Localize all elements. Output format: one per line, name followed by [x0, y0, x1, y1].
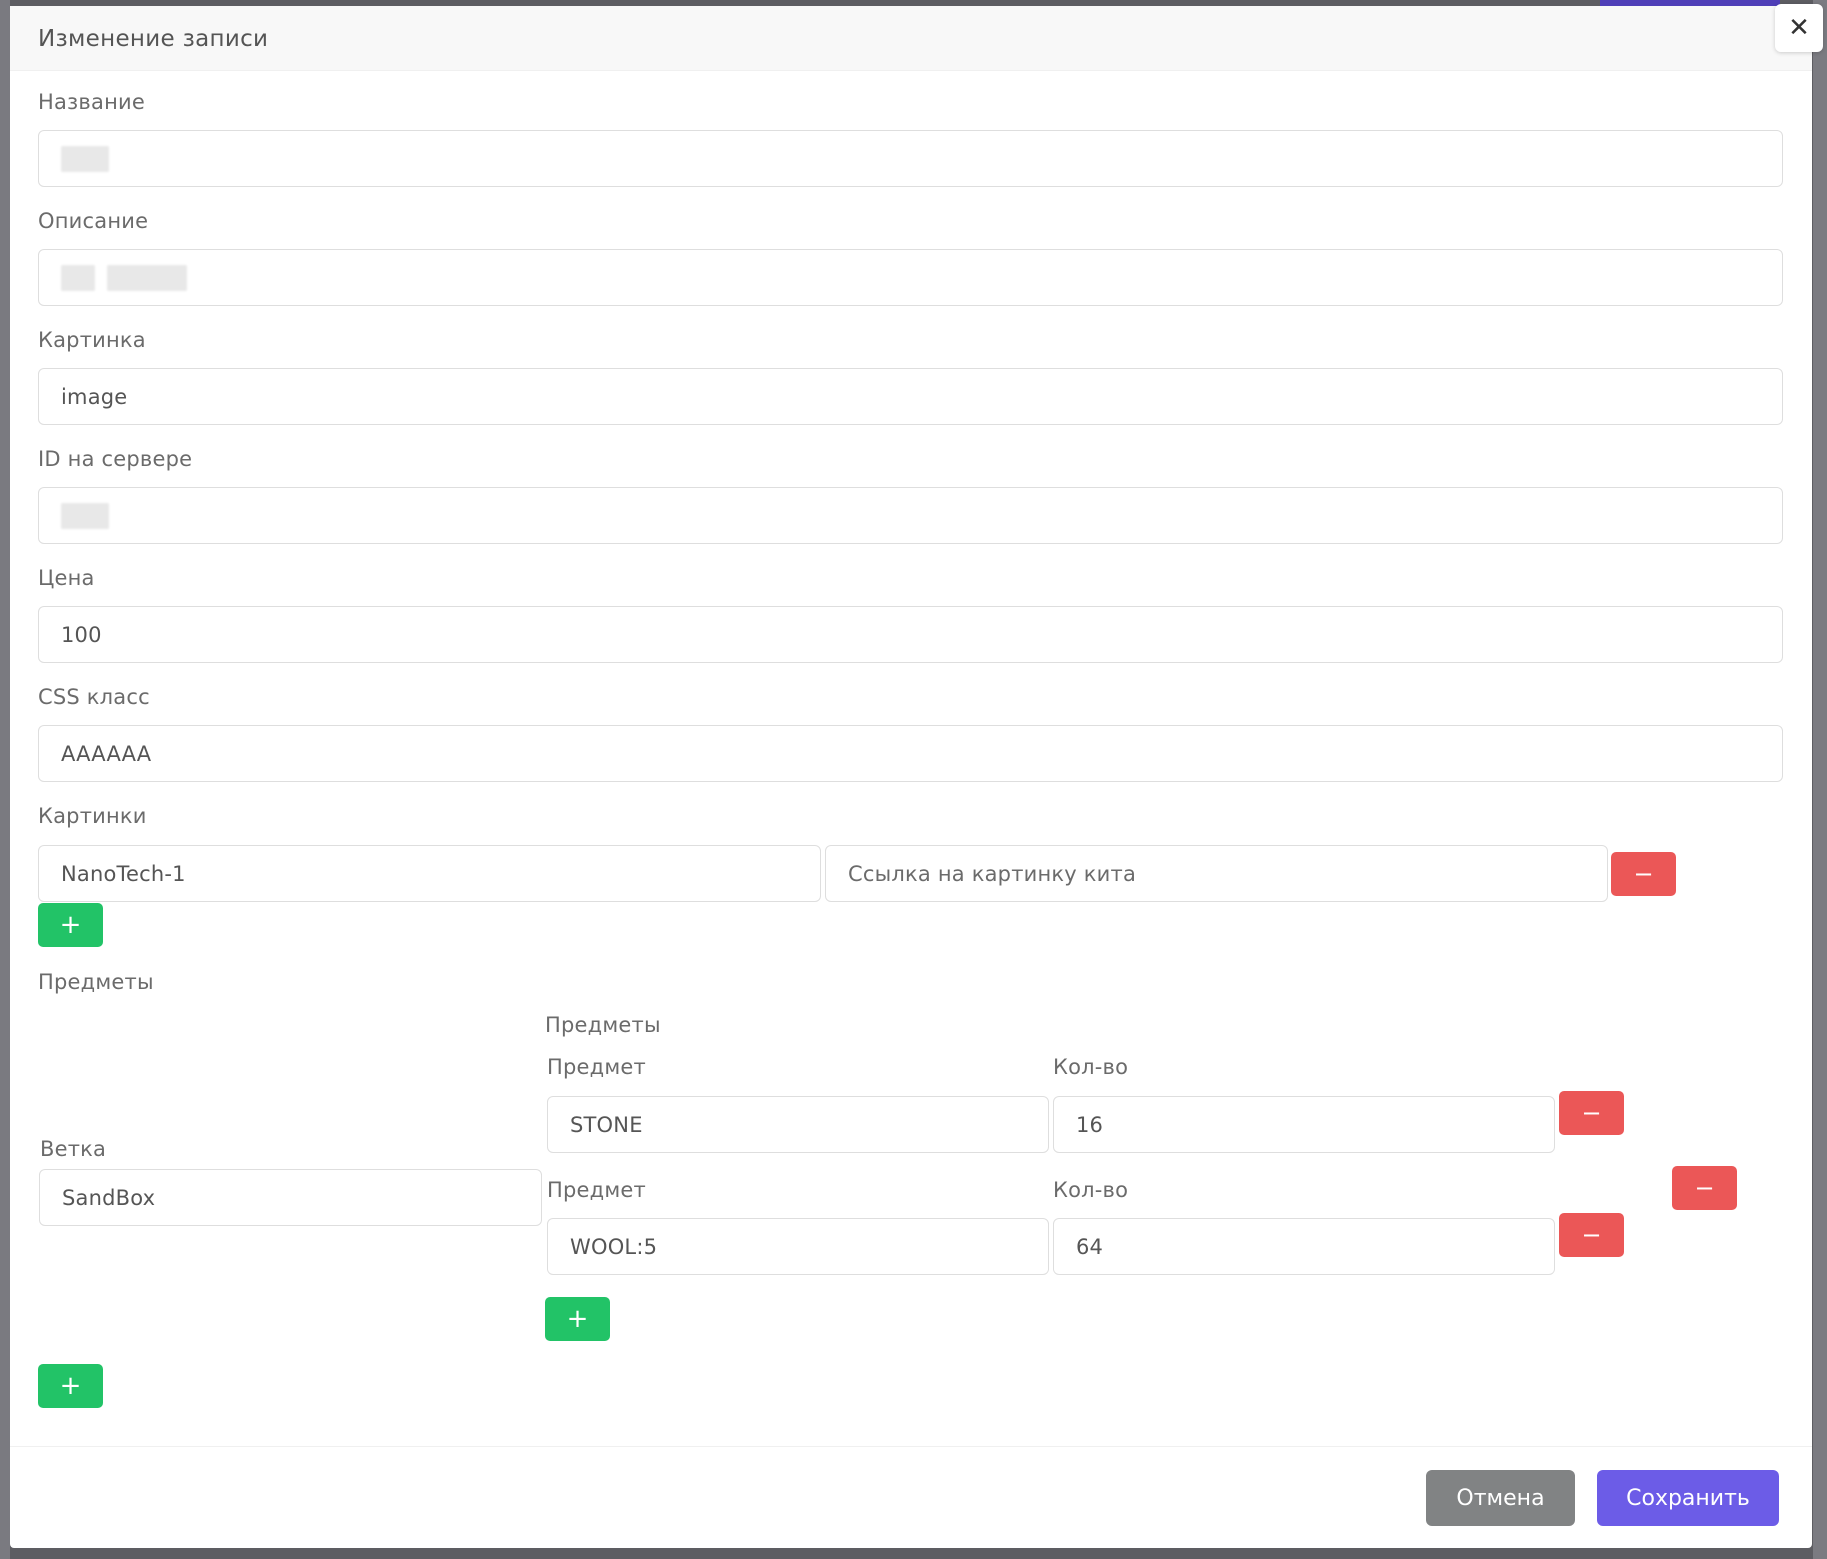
- background-sidebar: [0, 0, 10, 1559]
- description-label: Описание: [38, 209, 149, 233]
- qty-input[interactable]: 64: [1053, 1218, 1555, 1275]
- item-input[interactable]: WOOL:5: [547, 1218, 1049, 1275]
- branch-label: Ветка: [40, 1137, 107, 1161]
- css-class-label: CSS класс: [38, 685, 150, 709]
- redacted-value: [107, 264, 187, 291]
- modal-header: Изменение записи: [10, 6, 1812, 71]
- add-branch-button[interactable]: +: [38, 1364, 103, 1408]
- remove-image-button[interactable]: −: [1611, 852, 1676, 896]
- footer-divider: [10, 1446, 1812, 1447]
- image-input[interactable]: image: [38, 368, 1783, 425]
- save-button[interactable]: Сохранить: [1597, 1470, 1779, 1526]
- name-input[interactable]: [38, 130, 1783, 187]
- image-name-input[interactable]: NanoTech-1: [38, 845, 821, 902]
- inner-items-label: Предметы: [545, 1013, 661, 1037]
- qty-input[interactable]: 16: [1053, 1096, 1555, 1153]
- image-link-input[interactable]: Ссылка на картинку кита: [825, 845, 1608, 902]
- close-icon[interactable]: ✕: [1775, 4, 1823, 52]
- item-label: Предмет: [547, 1178, 646, 1202]
- remove-branch-button[interactable]: −: [1672, 1166, 1737, 1210]
- redacted-value: [61, 145, 109, 172]
- items-label: Предметы: [38, 970, 154, 994]
- qty-label: Кол-во: [1053, 1055, 1129, 1079]
- edit-record-modal: Изменение записи Название Описание Карти…: [10, 6, 1812, 1548]
- price-label: Цена: [38, 566, 95, 590]
- server-id-input[interactable]: [38, 487, 1783, 544]
- css-class-input[interactable]: AAAAAA: [38, 725, 1783, 782]
- image-label: Картинка: [38, 328, 146, 352]
- server-id-label: ID на сервере: [38, 447, 193, 471]
- branch-input[interactable]: SandBox: [39, 1169, 542, 1226]
- qty-label: Кол-во: [1053, 1178, 1129, 1202]
- add-item-button[interactable]: +: [545, 1297, 610, 1341]
- add-image-button[interactable]: +: [38, 903, 103, 947]
- modal-title: Изменение записи: [38, 26, 269, 52]
- item-input[interactable]: STONE: [547, 1096, 1049, 1153]
- description-input[interactable]: [38, 249, 1783, 306]
- price-input[interactable]: 100: [38, 606, 1783, 663]
- images-label: Картинки: [38, 804, 147, 828]
- remove-item-button[interactable]: −: [1559, 1213, 1624, 1257]
- redacted-value: [61, 502, 109, 529]
- background-scrollbar: [1813, 0, 1827, 1559]
- cancel-button[interactable]: Отмена: [1426, 1470, 1575, 1526]
- item-label: Предмет: [547, 1055, 646, 1079]
- name-label: Название: [38, 90, 145, 114]
- remove-item-button[interactable]: −: [1559, 1091, 1624, 1135]
- redacted-value: [61, 264, 95, 291]
